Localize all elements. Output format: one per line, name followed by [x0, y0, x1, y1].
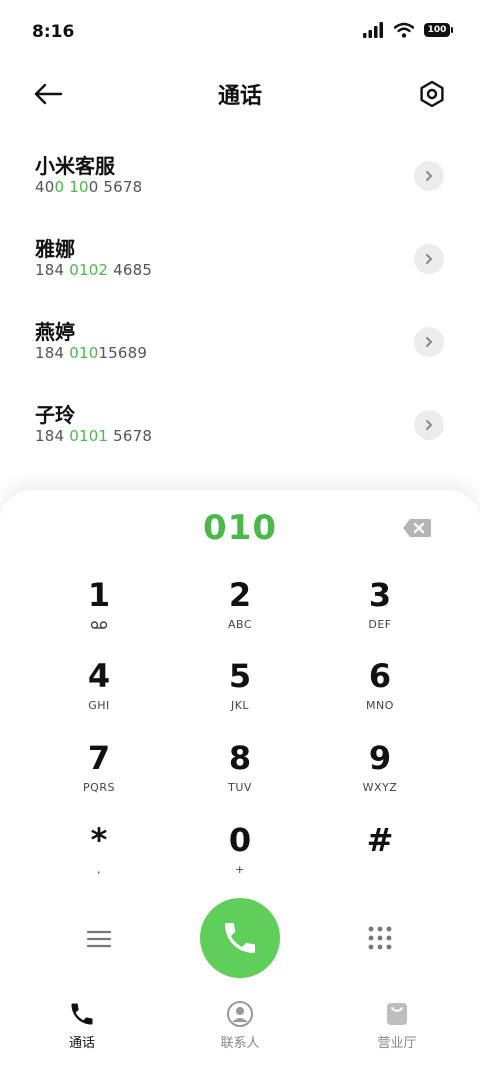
key-9[interactable]: 9 WXYZ	[330, 737, 430, 807]
nav-item-calls[interactable]: 通话	[37, 1000, 127, 1051]
contact-item[interactable]: 子玲 184 0101 5678	[0, 387, 480, 470]
action-row	[0, 898, 480, 982]
key-digit: 9	[368, 739, 392, 777]
contact-number: 184 01015689	[35, 344, 148, 362]
contact-detail-button[interactable]	[414, 244, 444, 274]
contact-detail-button[interactable]	[414, 161, 444, 191]
key-letters: +	[235, 863, 245, 876]
key-letters: TUV	[228, 781, 252, 794]
header: 通话	[0, 70, 480, 118]
contact-item[interactable]: 小米客服 400 100 5678	[0, 138, 480, 221]
key-letters: WXYZ	[362, 781, 398, 794]
key-1[interactable]: 1	[49, 574, 149, 644]
menu-button[interactable]	[84, 926, 114, 952]
status-bar: 8:16 100	[0, 0, 480, 64]
chevron-right-icon	[426, 420, 432, 430]
chevron-right-icon	[426, 337, 432, 347]
key-letters: DEF	[368, 618, 392, 631]
backspace-icon	[403, 519, 431, 537]
chevron-right-icon	[426, 171, 432, 181]
bag-icon	[387, 1003, 407, 1025]
settings-button[interactable]	[416, 78, 448, 110]
contact-number: 400 100 5678	[35, 178, 143, 196]
chevron-right-icon	[426, 254, 432, 264]
phone-screen: 8:16 100 通话 小米客服 400 100 5678 雅娜 184 010…	[0, 0, 480, 1067]
dialpad-icon	[368, 926, 392, 950]
status-icons: 100	[362, 22, 453, 38]
contact-number: 184 0101 5678	[35, 427, 153, 445]
key-digit: #	[366, 821, 394, 859]
contact-name: 雅娜	[35, 237, 75, 261]
contact-number: 184 0102 4685	[35, 261, 153, 279]
gear-icon	[420, 80, 444, 108]
battery-icon: 100	[424, 23, 453, 37]
status-time: 8:16	[32, 22, 75, 42]
key-digit: *	[90, 821, 108, 859]
key-letters: GHI	[88, 699, 110, 712]
nav-label: 联系人	[220, 1036, 260, 1051]
nav-label: 通话	[68, 1036, 95, 1051]
page-title: 通话	[217, 84, 262, 109]
key-0[interactable]: 0 +	[190, 819, 290, 889]
bottom-nav: 通话 联系人 营业厅	[0, 990, 480, 1067]
dialer-panel: 010 1 2 ABC 3 DEF 4 GHI 5 JKL 6 MNO 7 PQ…	[0, 490, 480, 1067]
contact-item[interactable]: 燕婷 184 01015689	[0, 304, 480, 387]
keypad-toggle-button[interactable]	[366, 924, 394, 952]
key-letters: MNO	[366, 699, 394, 712]
number-match-highlight: 010	[69, 344, 99, 362]
nav-item-service-hall[interactable]: 营业厅	[352, 1000, 442, 1051]
number-match-highlight: 0101	[69, 427, 109, 445]
wifi-icon	[394, 22, 414, 38]
key-4[interactable]: 4 GHI	[49, 655, 149, 725]
key-digit: 1	[87, 576, 111, 614]
voicemail-icon	[90, 621, 108, 629]
key-digit: 3	[368, 576, 392, 614]
contact-list: 小米客服 400 100 5678 雅娜 184 0102 4685 燕婷 18…	[0, 138, 480, 470]
key-3[interactable]: 3 DEF	[330, 574, 430, 644]
contact-detail-button[interactable]	[414, 327, 444, 357]
key-star[interactable]: * ,	[49, 819, 149, 889]
key-hash[interactable]: #	[330, 819, 430, 889]
key-letters: JKL	[230, 699, 250, 712]
phone-icon	[71, 1003, 93, 1025]
key-8[interactable]: 8 TUV	[190, 737, 290, 807]
backspace-button[interactable]	[402, 518, 432, 538]
key-7[interactable]: 7 PQRS	[49, 737, 149, 807]
nav-item-contacts[interactable]: 联系人	[195, 1000, 285, 1051]
call-button[interactable]	[200, 898, 280, 978]
key-digit: 2	[228, 576, 252, 614]
key-letters: ABC	[227, 618, 253, 631]
person-icon	[227, 1001, 253, 1027]
signal-icon	[363, 22, 383, 38]
key-digit: 4	[87, 657, 111, 695]
key-digit: 8	[228, 739, 252, 777]
contact-name: 小米客服	[35, 154, 115, 178]
key-letters: ,	[97, 863, 101, 876]
number-match-highlight: 0 10	[54, 178, 89, 196]
key-letters: PQRS	[83, 781, 115, 794]
contact-item[interactable]: 雅娜 184 0102 4685	[0, 221, 480, 304]
menu-icon	[86, 930, 112, 948]
key-2[interactable]: 2 ABC	[190, 574, 290, 644]
nav-label: 营业厅	[377, 1036, 417, 1051]
key-digit: 0	[228, 821, 252, 859]
contact-name: 燕婷	[35, 320, 75, 344]
contact-name: 子玲	[35, 403, 75, 427]
key-digit: 6	[368, 657, 392, 695]
key-digit: 7	[87, 739, 111, 777]
number-match-highlight: 0102	[69, 261, 109, 279]
phone-icon	[225, 923, 255, 953]
key-5[interactable]: 5 JKL	[190, 655, 290, 725]
key-6[interactable]: 6 MNO	[330, 655, 430, 725]
key-digit: 5	[228, 657, 252, 695]
contact-detail-button[interactable]	[414, 410, 444, 440]
